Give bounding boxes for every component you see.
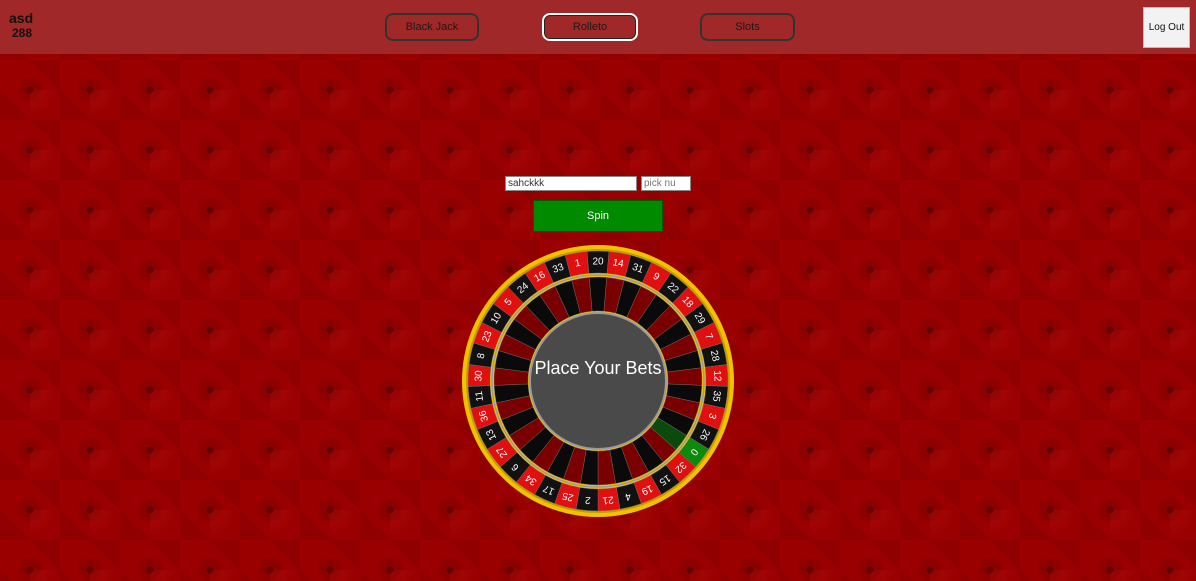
wheel-number-label: 14 — [612, 257, 625, 270]
wheel-number-label: 21 — [602, 494, 614, 506]
nav-blackjack-button[interactable]: Black Jack — [385, 13, 479, 41]
wheel-number-label: 11 — [474, 390, 486, 402]
place-your-bets-text: Place Your Bets — [534, 358, 662, 378]
nav-roulette-button[interactable]: Rolleto — [542, 13, 638, 41]
wheel-hub — [529, 312, 667, 450]
roulette-wheel: 20 14 319221829728123532603215194212251734… — [462, 245, 734, 517]
balance: 288 — [12, 26, 33, 40]
bet-number-input[interactable] — [641, 176, 691, 191]
bet-amount-input[interactable] — [505, 176, 637, 191]
wheel-number-label: 30 — [473, 370, 484, 382]
wheel-number-label: 35 — [710, 390, 722, 403]
wheel-number-label: 20 — [592, 257, 604, 268]
nav-slots-button[interactable]: Slots — [700, 13, 795, 41]
user-info: asd 288 — [9, 10, 33, 40]
wheel-number-label: 12 — [711, 370, 722, 382]
top-bar: asd 288 Black Jack Rolleto Slots Log Out — [0, 0, 1196, 54]
username: asd — [9, 10, 34, 26]
spin-button[interactable]: Spin — [533, 200, 663, 232]
logout-button[interactable]: Log Out — [1143, 7, 1190, 48]
